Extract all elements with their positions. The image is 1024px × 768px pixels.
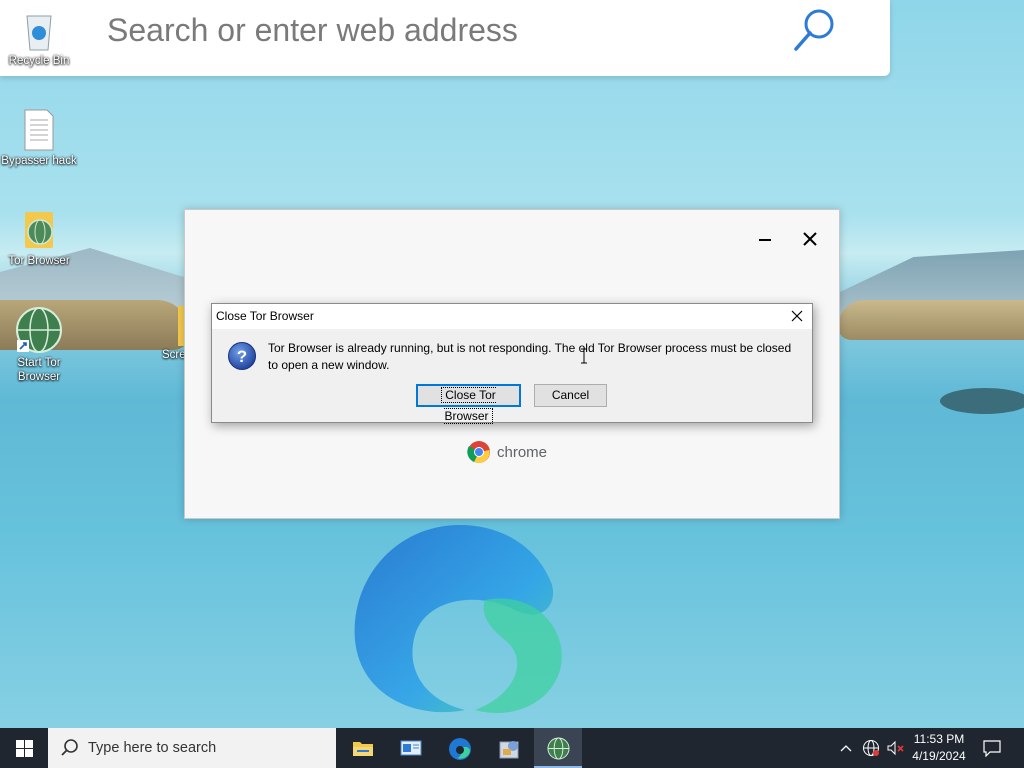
taskbar-app-tools[interactable] <box>485 728 533 768</box>
taskbar-mail-app[interactable] <box>387 728 435 768</box>
svg-text:?: ? <box>237 347 247 366</box>
desktop-icon-label: Browser <box>17 371 61 383</box>
chrome-brand: chrome <box>467 440 547 464</box>
folder-icon <box>353 742 373 756</box>
dialog-title: Close Tor Browser <box>216 309 314 323</box>
question-icon: ? <box>228 342 256 370</box>
desktop-icon-bypasser-hack[interactable]: Bypasser hack <box>0 108 78 168</box>
dialog-titlebar[interactable]: Close Tor Browser <box>212 304 812 329</box>
windows-logo-icon <box>16 740 33 757</box>
minimize-icon[interactable] <box>757 232 773 248</box>
text-cursor-icon <box>581 348 587 364</box>
cancel-button[interactable]: Cancel <box>534 384 607 407</box>
search-icon[interactable] <box>790 6 840 56</box>
search-placeholder: Search or enter web address <box>107 12 518 48</box>
taskbar-search-placeholder: Type here to search <box>88 740 217 756</box>
taskbar-tor-browser[interactable] <box>534 728 582 768</box>
wallpaper-edge-logo <box>354 525 562 714</box>
close-icon[interactable] <box>801 230 819 248</box>
clock-date: 4/19/2024 <box>912 749 966 763</box>
desktop-icon-label: Scre <box>162 349 184 361</box>
recycle-bin-icon <box>19 8 59 52</box>
close-tor-browser-dialog[interactable]: Close Tor Browser ? Tor Browser is alrea… <box>211 303 813 424</box>
tor-globe-icon <box>547 737 570 760</box>
taskbar: Type here to search 11:53 PM 4/19/2024 <box>0 728 1024 768</box>
desktop-icon-label: Recycle Bin <box>8 55 70 67</box>
chevron-up-icon[interactable] <box>839 742 853 754</box>
taskbar-edge[interactable] <box>436 728 484 768</box>
desktop-icon-start-tor-browser[interactable]: Start Tor Browser <box>0 306 78 384</box>
tor-globe-icon <box>16 306 62 354</box>
close-tor-browser-button[interactable]: Close Tor Browser <box>416 384 521 424</box>
text-file-icon <box>19 108 59 152</box>
desktop-icon-tor-browser[interactable]: Tor Browser <box>0 208 78 268</box>
volume-muted-icon[interactable] <box>886 739 906 757</box>
background-shore-right <box>838 300 1024 340</box>
chrome-brand-text: chrome <box>497 443 548 461</box>
dialog-message: Tor Browser is already running, but is n… <box>268 341 792 372</box>
desktop-icon-recycle-bin[interactable]: Recycle Bin <box>0 8 78 68</box>
start-button[interactable] <box>0 728 48 768</box>
desktop-icon-screenshots-partial[interactable]: Scre <box>140 306 184 362</box>
notifications-icon[interactable] <box>982 739 1002 757</box>
taskbar-search-box[interactable]: Type here to search <box>48 728 336 768</box>
close-tor-browser-button-label: Close Tor Browser <box>441 387 496 424</box>
edge-icon <box>449 738 471 760</box>
browser-search-bar[interactable]: Search or enter web address <box>0 0 890 76</box>
mail-icon <box>400 740 422 756</box>
tools-icon <box>499 741 519 759</box>
desktop-icon-label: Tor Browser <box>8 255 70 267</box>
search-icon <box>61 739 78 756</box>
network-globe-icon[interactable] <box>862 739 880 757</box>
folder-globe-icon <box>19 208 59 252</box>
background-island <box>940 388 1024 414</box>
taskbar-file-explorer[interactable] <box>338 728 386 768</box>
desktop-icon-label: Start Tor <box>17 357 61 369</box>
dialog-close-icon[interactable] <box>788 307 806 325</box>
taskbar-clock[interactable]: 11:53 PM 4/19/2024 <box>904 731 974 765</box>
chrome-logo-icon <box>467 441 490 464</box>
clock-time: 11:53 PM <box>913 732 965 746</box>
desktop-icon-label: Bypasser hack <box>1 155 77 167</box>
